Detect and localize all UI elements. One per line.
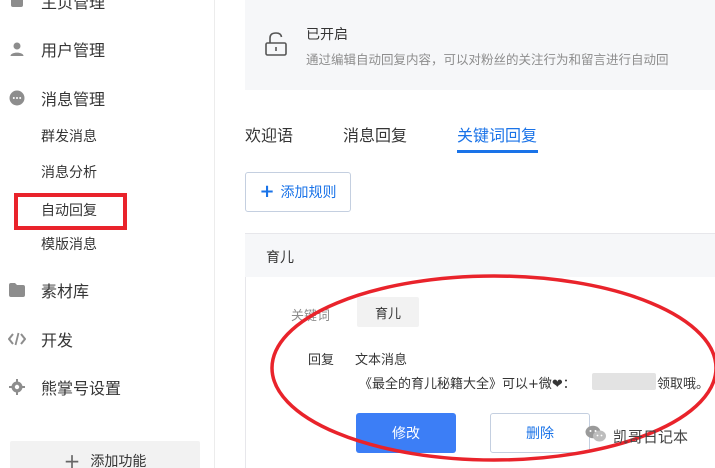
sidebar-subitem-templates[interactable]: 模版消息 [41, 234, 97, 256]
plus-icon: + [63, 449, 81, 468]
sidebar-item-label: 开发 [41, 331, 74, 350]
watermark: 凯哥日记本 [585, 425, 688, 447]
edit-button[interactable]: 修改 [356, 413, 456, 453]
message-icon [8, 89, 26, 107]
tab-message-reply[interactable]: 消息回复 [343, 122, 407, 146]
add-function-label: 添加功能 [90, 454, 147, 468]
sidebar-subitem-broadcast[interactable]: 群发消息 [41, 126, 97, 148]
tab-keyword-reply[interactable]: 关键词回复 [457, 122, 537, 146]
add-function-button[interactable]: + 添加功能 [10, 441, 200, 468]
highlight-annotation [14, 193, 127, 230]
wechat-icon [585, 425, 607, 447]
reply-text: 《最全的育儿秘籍大全》可以+微❤： [359, 377, 576, 392]
delete-button[interactable]: 删除 [490, 413, 590, 453]
rule-name: 育儿 [266, 250, 294, 266]
sidebar-item-label: 用户管理 [41, 41, 106, 60]
status-notice [245, 0, 715, 90]
add-rule-label: 添加规则 [280, 185, 337, 201]
keyword-tag: 育儿 [357, 297, 419, 327]
reply-text-end: 领取哦。 [657, 377, 710, 392]
sidebar-item-label: 素材库 [41, 282, 90, 301]
tab-welcome[interactable]: 欢迎语 [245, 122, 293, 146]
folder-icon [8, 281, 26, 299]
notice-status: 已开启 [306, 27, 348, 43]
sidebar: 主页管理 用户管理 消息管理 群发消息 消息分析 自动回复 模版消息 素材库 开… [0, 0, 215, 468]
reply-tabs: 欢迎语 消息回复 关键词回复 [245, 116, 715, 154]
gear-icon [8, 378, 26, 396]
reply-label: 回复 [308, 353, 335, 368]
rule-header: 育儿 [245, 233, 715, 277]
sidebar-item-label: 消息管理 [41, 90, 106, 109]
sidebar-subitem-analysis[interactable]: 消息分析 [41, 162, 97, 184]
redacted-contact [592, 373, 656, 390]
unlock-icon [265, 32, 287, 60]
keyword-label: 关键词 [291, 309, 331, 324]
code-icon [8, 330, 26, 348]
notice-description: 通过编辑自动回复内容，可以对粉丝的关注行为和留言进行自动回 [306, 52, 669, 67]
sidebar-item-label: 主页管理 [41, 0, 106, 12]
plus-icon: + [259, 181, 275, 202]
add-rule-button[interactable]: + 添加规则 [245, 172, 351, 212]
sidebar-item-label: 熊掌号设置 [41, 379, 122, 398]
active-tab-indicator [457, 150, 538, 153]
reply-type: 文本消息 [355, 353, 408, 368]
home-icon [8, 0, 26, 10]
user-icon [8, 40, 26, 58]
watermark-text: 凯哥日记本 [613, 427, 689, 446]
